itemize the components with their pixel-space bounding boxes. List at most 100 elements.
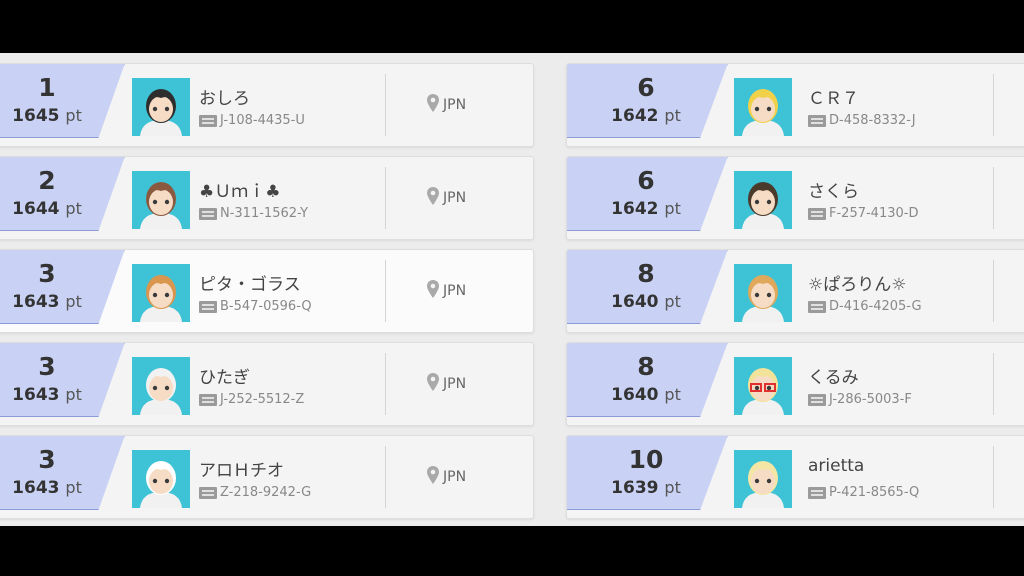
ranking-row[interactable]: 6 1642 pt ＣＲ７ D-458-8332-J [566, 63, 1024, 147]
trainer-avatar [734, 264, 792, 322]
points-unit: pt [65, 106, 82, 125]
ranking-row[interactable]: 2 1644 pt ♣Ｕｍｉ♣ N-311-1562-Y JPN [0, 156, 534, 240]
points-unit: pt [664, 292, 681, 311]
divider [385, 353, 386, 415]
rank-number: 3 [38, 259, 56, 288]
points-unit: pt [65, 478, 82, 497]
location: JPN [427, 187, 466, 209]
trainer-name: ひたぎ [199, 368, 250, 388]
points-unit: pt [664, 106, 681, 125]
location-code: JPN [443, 376, 467, 392]
divider [993, 167, 994, 229]
points-unit: pt [65, 199, 82, 218]
trainer-name: ＣＲ７ [808, 89, 859, 109]
ranking-row[interactable]: 3 1643 pt ピタ・ゴラス B-547-0596-Q JPN [0, 249, 534, 333]
location: JPN [427, 280, 466, 302]
trainer-id-row: Z-218-9242-G [199, 482, 312, 500]
id-card-icon [808, 114, 826, 127]
points-value: 1642 [611, 106, 659, 126]
rank-badge: 3 1643 pt [0, 436, 125, 510]
divider [993, 446, 994, 508]
divider [385, 446, 386, 508]
ranking-row[interactable]: 3 1643 pt アロＨチオ Z-218-9242-G JPN [0, 435, 534, 519]
location-code: JPN [443, 283, 467, 299]
trainer-id-row: P-421-8565-Q [808, 482, 920, 500]
rank-badge: 1 1645 pt [0, 64, 125, 138]
trainer-id: Z-218-9242-G [220, 485, 312, 500]
ranking-row[interactable]: 6 1642 pt さくら F-257-4130-D [566, 156, 1024, 240]
location: JPN [427, 466, 466, 488]
divider [385, 260, 386, 322]
trainer-avatar [734, 357, 792, 415]
trainer-avatar [734, 450, 792, 508]
rank-badge: 6 1642 pt [567, 64, 728, 138]
rank-number: 8 [637, 259, 655, 288]
location: JPN [427, 373, 466, 395]
rank-number: 3 [38, 352, 56, 381]
id-card-icon [199, 114, 217, 127]
points-value: 1643 [12, 385, 60, 405]
points-unit: pt [664, 478, 681, 497]
trainer-name: ☼ぱろりん☼ [808, 275, 907, 295]
trainer-name: くるみ [808, 368, 859, 388]
ranking-row[interactable]: 3 1643 pt ひたぎ J-252-5512-Z JPN [0, 342, 534, 426]
trainer-id: F-257-4130-D [829, 206, 919, 221]
location: JPN [427, 94, 466, 116]
trainer-id-row: J-108-4435-U [199, 110, 305, 128]
id-card-icon [808, 393, 826, 406]
rank-badge: 10 1639 pt [567, 436, 728, 510]
trainer-avatar [132, 357, 190, 415]
ranking-row[interactable]: 1 1645 pt おしろ J-108-4435-U JPN [0, 63, 534, 147]
location-pin-icon [427, 94, 439, 116]
trainer-avatar [132, 450, 190, 508]
ranking-board: 1 1645 pt おしろ J-108-4435-U JPN 2 1644 pt ♣Ｕｍｉ♣ N… [0, 53, 1024, 526]
trainer-id: J-108-4435-U [220, 113, 305, 128]
points-unit: pt [65, 292, 82, 311]
points-value: 1640 [611, 292, 659, 312]
trainer-avatar [132, 264, 190, 322]
rank-number: 6 [637, 166, 655, 195]
rank-number: 10 [628, 445, 664, 474]
points-value: 1643 [12, 478, 60, 498]
rank-badge: 6 1642 pt [567, 157, 728, 231]
trainer-id-row: D-416-4205-G [808, 296, 922, 314]
ranking-row[interactable]: 8 1640 pt くるみ J-286-5003-F [566, 342, 1024, 426]
rank-points: 1643 pt [0, 478, 124, 498]
ranking-row[interactable]: 8 1640 pt ☼ぱろりん☼ D-416-4205-G [566, 249, 1024, 333]
points-value: 1643 [12, 292, 60, 312]
trainer-id: P-421-8565-Q [829, 485, 920, 500]
location-pin-icon [427, 466, 439, 488]
trainer-id: N-311-1562-Y [220, 206, 309, 221]
points-unit: pt [664, 199, 681, 218]
ranking-row[interactable]: 10 1639 pt arietta P-421-8565-Q [566, 435, 1024, 519]
divider [993, 260, 994, 322]
trainer-name: arietta [808, 456, 865, 476]
rank-points: 1643 pt [0, 292, 124, 312]
id-card-icon [199, 486, 217, 499]
trainer-avatar [734, 171, 792, 229]
location-code: JPN [443, 190, 467, 206]
id-card-icon [808, 300, 826, 313]
rank-points: 1642 pt [567, 199, 727, 219]
rank-badge: 8 1640 pt [567, 343, 728, 417]
points-unit: pt [65, 385, 82, 404]
rank-number: 6 [637, 73, 655, 102]
rank-points: 1643 pt [0, 385, 124, 405]
trainer-id-row: N-311-1562-Y [199, 203, 309, 221]
points-value: 1642 [611, 199, 659, 219]
rank-badge: 3 1643 pt [0, 250, 125, 324]
trainer-id-row: D-458-8332-J [808, 110, 916, 128]
points-unit: pt [664, 385, 681, 404]
points-value: 1644 [12, 199, 60, 219]
rank-points: 1640 pt [567, 385, 727, 405]
location-pin-icon [427, 373, 439, 395]
location-code: JPN [443, 469, 467, 485]
rank-badge: 8 1640 pt [567, 250, 728, 324]
trainer-id: D-416-4205-G [829, 299, 922, 314]
divider [993, 74, 994, 136]
rank-number: 1 [38, 73, 56, 102]
trainer-id: B-547-0596-Q [220, 299, 312, 314]
location-pin-icon [427, 280, 439, 302]
rank-points: 1645 pt [0, 106, 124, 126]
id-card-icon [199, 393, 217, 406]
